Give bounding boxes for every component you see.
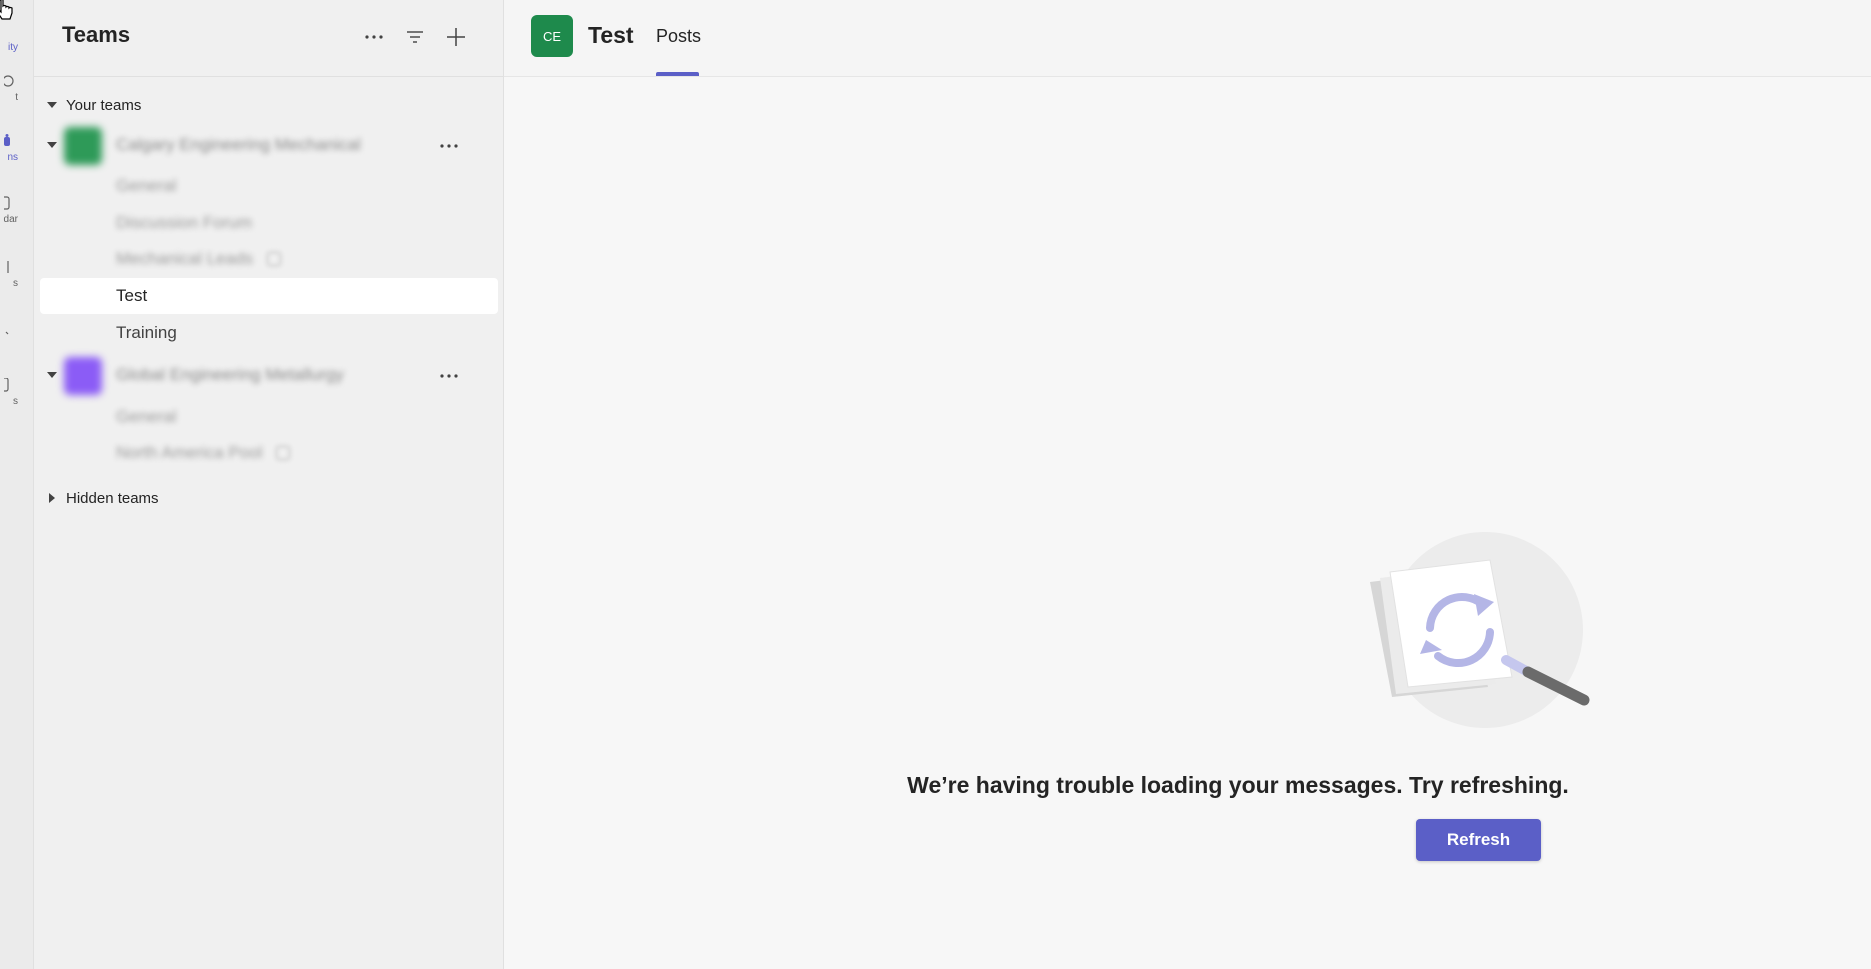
refresh-button[interactable]: Refresh xyxy=(1416,819,1541,861)
channel-item[interactable]: General xyxy=(40,168,498,204)
files-icon xyxy=(5,331,9,335)
add-team-button[interactable] xyxy=(441,22,471,52)
team-more-button[interactable] xyxy=(434,131,464,161)
channel-item[interactable]: General xyxy=(40,399,498,435)
channel-label: Discussion Forum xyxy=(116,213,253,232)
team-initials: CE xyxy=(542,28,562,44)
chat-icon xyxy=(4,75,14,87)
rail-item-activity[interactable]: ity xyxy=(0,42,18,53)
channel-item-test[interactable]: Test xyxy=(40,278,498,314)
teams-pane-title: Teams xyxy=(62,22,131,47)
rail-item-apps[interactable]: s xyxy=(0,378,18,407)
filter-button[interactable] xyxy=(400,22,430,52)
team-name: Global Engineering Metallurgy xyxy=(116,365,344,384)
plus-icon xyxy=(447,28,465,46)
more-horizontal-icon xyxy=(440,144,458,148)
more-options-button[interactable] xyxy=(359,22,389,52)
channel-label: Mechanical Leads xyxy=(116,249,254,268)
your-teams-section[interactable]: Your teams xyxy=(46,93,141,117)
rail-item-teams[interactable]: ns xyxy=(0,134,18,163)
rail-item-chat[interactable]: t xyxy=(0,74,18,103)
teams-pane: Teams Your teams Calgary Engineering Mec… xyxy=(34,0,504,969)
hidden-teams-section[interactable]: Hidden teams xyxy=(46,486,159,510)
error-message: We’re having trouble loading your messag… xyxy=(907,772,1569,798)
hand-cursor-icon xyxy=(0,0,13,20)
calls-icon xyxy=(7,261,9,273)
channel-label: Test xyxy=(116,286,148,305)
channel-label: North America Pool xyxy=(116,443,263,462)
team-avatar xyxy=(64,357,102,395)
channel-item-training[interactable]: Training xyxy=(40,315,498,351)
apps-icon xyxy=(4,378,9,392)
loading-error-illustration xyxy=(1370,532,1590,728)
app-rail: ity t ns dar s s xyxy=(0,0,34,969)
calendar-icon xyxy=(4,196,10,210)
tab-posts[interactable]: Posts xyxy=(656,26,701,47)
channel-label: General xyxy=(116,176,177,195)
channel-badge xyxy=(267,252,282,266)
channel-title: Test xyxy=(588,22,634,48)
rail-label-activity: ity xyxy=(8,42,18,53)
rail-item-calendar[interactable]: dar xyxy=(0,196,18,225)
channel-header: CE Test Posts xyxy=(504,0,1871,77)
channel-label: Training xyxy=(116,323,177,342)
team-row-2[interactable]: Global Engineering Metallurgy xyxy=(34,355,504,395)
rail-label-apps: s xyxy=(13,396,18,407)
team-name: Calgary Engineering Mechanical xyxy=(116,135,361,154)
channel-item[interactable]: Discussion Forum xyxy=(40,205,498,241)
caret-down-icon xyxy=(47,372,57,378)
channel-item[interactable]: Mechanical Leads xyxy=(40,241,498,277)
hidden-teams-label: Hidden teams xyxy=(66,489,159,507)
rail-label-teams: ns xyxy=(7,152,18,163)
channel-label: General xyxy=(116,407,177,426)
more-horizontal-icon xyxy=(365,35,383,39)
team-row-1[interactable]: Calgary Engineering Mechanical xyxy=(34,125,504,165)
tab-active-indicator xyxy=(656,72,699,76)
caret-right-icon xyxy=(49,493,55,503)
teams-pane-header: Teams xyxy=(34,0,503,77)
caret-down-icon xyxy=(47,102,57,108)
channel-badge xyxy=(276,446,291,460)
main-content: CE Test Posts We’re having trouble loadi… xyxy=(504,0,1871,969)
caret-down-icon xyxy=(47,142,57,148)
teams-icon xyxy=(4,134,10,146)
more-horizontal-icon xyxy=(440,374,458,378)
your-teams-label: Your teams xyxy=(66,96,142,114)
rail-label-calendar: dar xyxy=(3,214,18,225)
filter-icon xyxy=(407,31,423,43)
rail-item-calls[interactable]: s xyxy=(0,260,18,289)
team-more-button[interactable] xyxy=(434,361,464,391)
channel-item[interactable]: North America Pool xyxy=(40,435,498,471)
rail-item-files[interactable] xyxy=(0,324,18,342)
rail-label-chat: t xyxy=(15,92,18,103)
team-avatar xyxy=(64,127,102,165)
rail-label-calls: s xyxy=(13,278,18,289)
team-avatar: CE xyxy=(531,15,573,57)
